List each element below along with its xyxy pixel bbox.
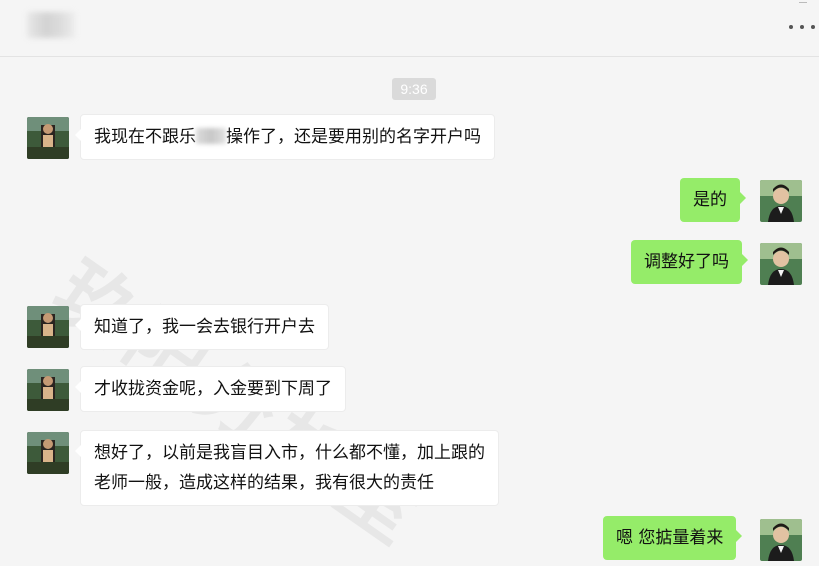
- message-text: 知道了，我一会去银行开户去: [94, 317, 315, 337]
- contact-name-redacted: [27, 12, 75, 38]
- message-text-line: 想好了，以前是我盲目入市，什么都不懂，加上跟的: [94, 443, 485, 463]
- message-text-line: 老师一般，造成这样的结果，我有很大的责任: [94, 473, 434, 493]
- message-text: 嗯 您掂量着来: [616, 528, 724, 548]
- contact-avatar[interactable]: [27, 306, 69, 348]
- contact-avatar[interactable]: [27, 117, 69, 159]
- contact-avatar[interactable]: [27, 369, 69, 411]
- message-text: 我现在不跟乐: [94, 127, 196, 147]
- contact-avatar[interactable]: [27, 432, 69, 474]
- redacted-text: [196, 128, 226, 144]
- user-avatar[interactable]: [760, 180, 802, 222]
- more-dots-icon[interactable]: [789, 20, 815, 34]
- message-bubble-incoming[interactable]: 想好了，以前是我盲目入市，什么都不懂，加上跟的 老师一般，造成这样的结果，我有很…: [75, 430, 499, 506]
- message-bubble-outgoing[interactable]: 是的: [680, 178, 746, 222]
- message-bubble-incoming[interactable]: 才收拢资金呢，入金要到下周了: [75, 366, 346, 412]
- message-bubble-outgoing[interactable]: 调整好了吗: [631, 240, 748, 284]
- message-text: 才收拢资金呢，入金要到下周了: [94, 379, 332, 399]
- message-text: 调整好了吗: [644, 252, 729, 272]
- message-text: 操作了，还是要用别的名字开户吗: [226, 127, 481, 147]
- chat-header: [0, 0, 819, 57]
- message-text: 是的: [693, 190, 727, 210]
- message-bubble-outgoing[interactable]: 嗯 您掂量着来: [603, 516, 743, 560]
- window-control-mark[interactable]: [799, 0, 807, 3]
- message-bubble-incoming[interactable]: 我现在不跟乐 操作了，还是要用别的名字开户吗: [75, 114, 495, 160]
- user-avatar[interactable]: [760, 243, 802, 285]
- user-avatar[interactable]: [760, 519, 802, 561]
- message-timestamp: 9:36: [392, 78, 436, 100]
- message-bubble-incoming[interactable]: 知道了，我一会去银行开户去: [75, 304, 329, 350]
